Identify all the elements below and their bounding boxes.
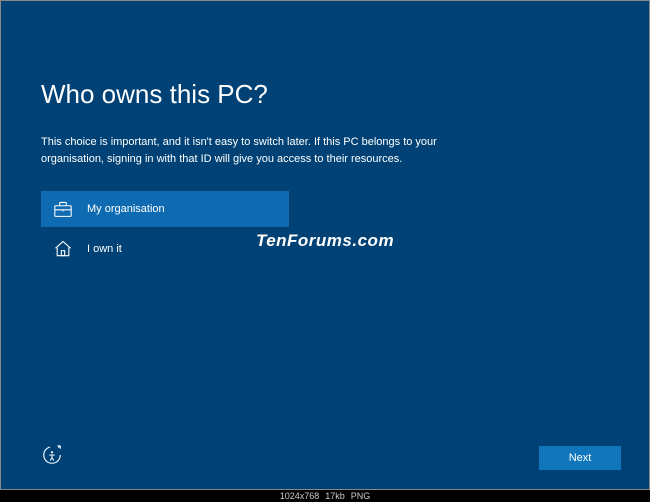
image-status-bar: 1024x768 17kb PNG xyxy=(0,490,650,502)
watermark-text: TenForums.com xyxy=(256,231,394,251)
status-filesize: 17kb xyxy=(325,491,345,501)
setup-screen: Who owns this PC? This choice is importa… xyxy=(0,0,650,490)
status-dimensions: 1024x768 xyxy=(280,491,320,501)
home-icon xyxy=(53,239,73,259)
page-title: Who owns this PC? xyxy=(41,79,609,110)
page-description: This choice is important, and it isn't e… xyxy=(41,134,451,167)
footer-bar: Next xyxy=(41,444,621,471)
ownership-options: My organisation I own it xyxy=(41,191,609,267)
option-my-organisation[interactable]: My organisation xyxy=(41,191,289,227)
option-label: My organisation xyxy=(87,203,165,215)
next-button[interactable]: Next xyxy=(539,446,621,470)
option-label: I own it xyxy=(87,243,122,255)
content-area: Who owns this PC? This choice is importa… xyxy=(1,1,649,267)
option-i-own-it[interactable]: I own it xyxy=(41,231,289,267)
accessibility-icon[interactable] xyxy=(41,444,63,471)
briefcase-icon xyxy=(53,199,73,219)
status-format: PNG xyxy=(351,491,371,501)
